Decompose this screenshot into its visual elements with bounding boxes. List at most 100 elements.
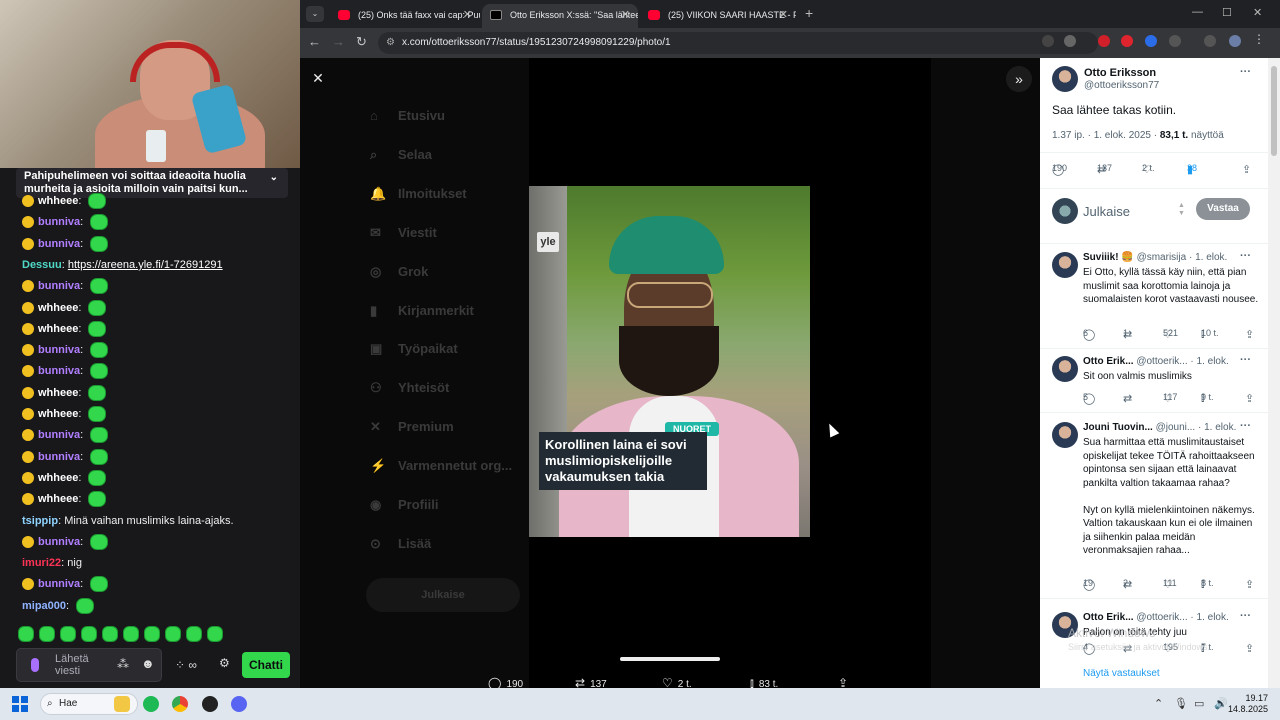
minimize-icon[interactable]: — [1192,6,1203,18]
microphone-icon[interactable]: 🎙 [1174,697,1188,710]
windows-start-icon[interactable] [12,696,28,712]
emote[interactable] [102,626,118,642]
close-icon[interactable]: ✕ [463,4,472,26]
sub-badge-icon[interactable] [22,386,34,399]
bits-icon[interactable]: ⁂ [117,657,129,671]
chat-username[interactable]: bunniva [38,280,80,292]
emote[interactable] [144,626,160,642]
emote[interactable] [186,626,202,642]
sub-badge-icon[interactable] [22,365,34,378]
avatar[interactable] [1052,66,1078,92]
chat-username[interactable]: whheee [38,302,78,314]
chat-username[interactable]: whheee [38,493,78,505]
reply-author-name[interactable]: Otto Erik... [1083,356,1134,367]
reply-author-handle[interactable]: @jouni... [1156,422,1196,433]
more-options-icon[interactable]: ··· [1240,610,1251,622]
tab-youtube-1[interactable]: (25) Onks tää faxx vai cap: Puu ✕ [330,4,480,28]
emote[interactable] [60,626,76,642]
emote[interactable] [90,533,109,550]
sub-badge-icon[interactable] [22,429,34,442]
extension-icon[interactable] [1121,35,1133,47]
close-icon[interactable]: ✕ [779,4,788,26]
avatar[interactable] [1052,252,1078,278]
emote[interactable] [88,193,107,210]
sub-badge-icon[interactable] [22,344,34,357]
channel-points-icon[interactable]: ⁘ ∞ [175,658,197,672]
emote[interactable] [88,384,107,401]
site-info-icon[interactable]: ⚙ [386,32,395,54]
tab-x-post[interactable]: Otto Eriksson X:ssä: "Saa lähtee ✕ [482,4,638,28]
chat-username[interactable]: bunniva [38,451,80,463]
reply-author-name[interactable]: Otto Erik... [1083,612,1134,623]
forward-icon[interactable]: → [332,34,345,49]
emote[interactable] [81,626,97,642]
sub-badge-icon[interactable] [22,216,34,229]
chat-send-button[interactable]: Chatti [242,652,290,678]
sub-badge-icon[interactable] [22,280,34,293]
post-time[interactable]: 1.37 ip. · 1. elok. 2025 · [1052,130,1160,141]
spotify-icon[interactable] [143,696,159,712]
more-options-icon[interactable]: ··· [1240,250,1251,262]
reply-button[interactable]: Vastaa [1196,198,1250,220]
chat-username[interactable]: bunniva [38,536,80,548]
chat-username[interactable]: bunniva [38,365,80,377]
chevron-down-icon[interactable]: ⌄ [270,171,278,184]
emote[interactable] [88,299,107,316]
chat-username[interactable]: bunniva [38,216,80,228]
chat-username[interactable]: tsippip [22,515,58,527]
tray-chevron-icon[interactable]: ⌃ [1154,697,1163,710]
chat-input[interactable]: Lähetä viesti ⁂ ☻ [16,648,162,682]
new-tab-icon[interactable]: + [805,5,813,21]
emote[interactable] [76,597,95,614]
maximize-icon[interactable]: ☐ [1222,6,1232,19]
reply-author[interactable]: Suviiik! 🍔 @smarisija · 1. elok. [1083,252,1227,263]
emote[interactable] [18,626,34,642]
file-explorer-icon[interactable] [114,696,130,712]
scrollbar-thumb[interactable] [1271,66,1277,156]
emote[interactable] [88,320,107,337]
show-replies-link[interactable]: Näytä vastaukset [1083,668,1160,679]
emote[interactable] [39,626,55,642]
chat-username[interactable]: whheee [38,472,78,484]
avatar[interactable] [1052,356,1078,382]
close-icon[interactable]: ✕ [621,4,630,26]
reply-input-placeholder[interactable]: Julkaise [1083,204,1130,219]
reply-author-handle[interactable]: @ottoerik... [1136,356,1187,367]
bookmark-star-icon[interactable] [1064,35,1076,47]
reply-author[interactable]: Jouni Tuovin... @jouni... · 1. elok. [1083,422,1236,433]
chat-link[interactable]: https://areena.yle.fi/1-72691291 [68,259,223,271]
chat-username[interactable]: mipa000 [22,600,66,612]
sub-badge-icon[interactable] [22,535,34,548]
emote[interactable] [90,235,109,252]
chat-username[interactable]: imuri22 [22,557,61,569]
author-name[interactable]: Otto Eriksson [1084,67,1156,79]
chrome-icon[interactable] [172,696,188,712]
extension-icon[interactable] [1098,35,1110,47]
chat-username[interactable]: bunniva [38,238,80,250]
emote[interactable] [123,626,139,642]
post-photo[interactable]: yle NUORET Korollinen laina ei sovi musl… [529,186,810,537]
emote[interactable] [90,427,109,444]
discord-icon[interactable] [231,696,247,712]
sub-badge-icon[interactable] [22,301,34,314]
close-icon[interactable]: ✕ [308,68,328,88]
chat-username[interactable]: bunniva [38,344,80,356]
puzzle-icon[interactable] [1169,35,1181,47]
emoji-icon[interactable]: ☻ [141,656,155,671]
chat-username[interactable]: Dessuu [22,259,62,271]
reading-list-icon[interactable] [1204,35,1216,47]
emote[interactable] [90,363,109,380]
reply-author[interactable]: Otto Erik... @ottoerik... · 1. elok. [1083,356,1229,367]
emote[interactable] [90,448,109,465]
emote[interactable] [90,342,109,359]
taskbar-clock[interactable]: 19.17 14.8.2025 [1228,693,1268,715]
reply-author-handle[interactable]: @smarisija [1137,252,1187,263]
chat-username[interactable]: bunniva [38,578,80,590]
more-menu-icon[interactable]: ⋮ [1253,32,1265,46]
emote-row[interactable] [18,626,228,644]
gear-icon[interactable]: ⚙ [219,656,230,670]
tab-search-icon[interactable]: ⌄ [306,6,324,22]
author-handle[interactable]: @ottoeriksson77 [1084,80,1159,91]
sub-badge-icon[interactable] [22,237,34,250]
chat-username[interactable]: whheee [38,195,78,207]
